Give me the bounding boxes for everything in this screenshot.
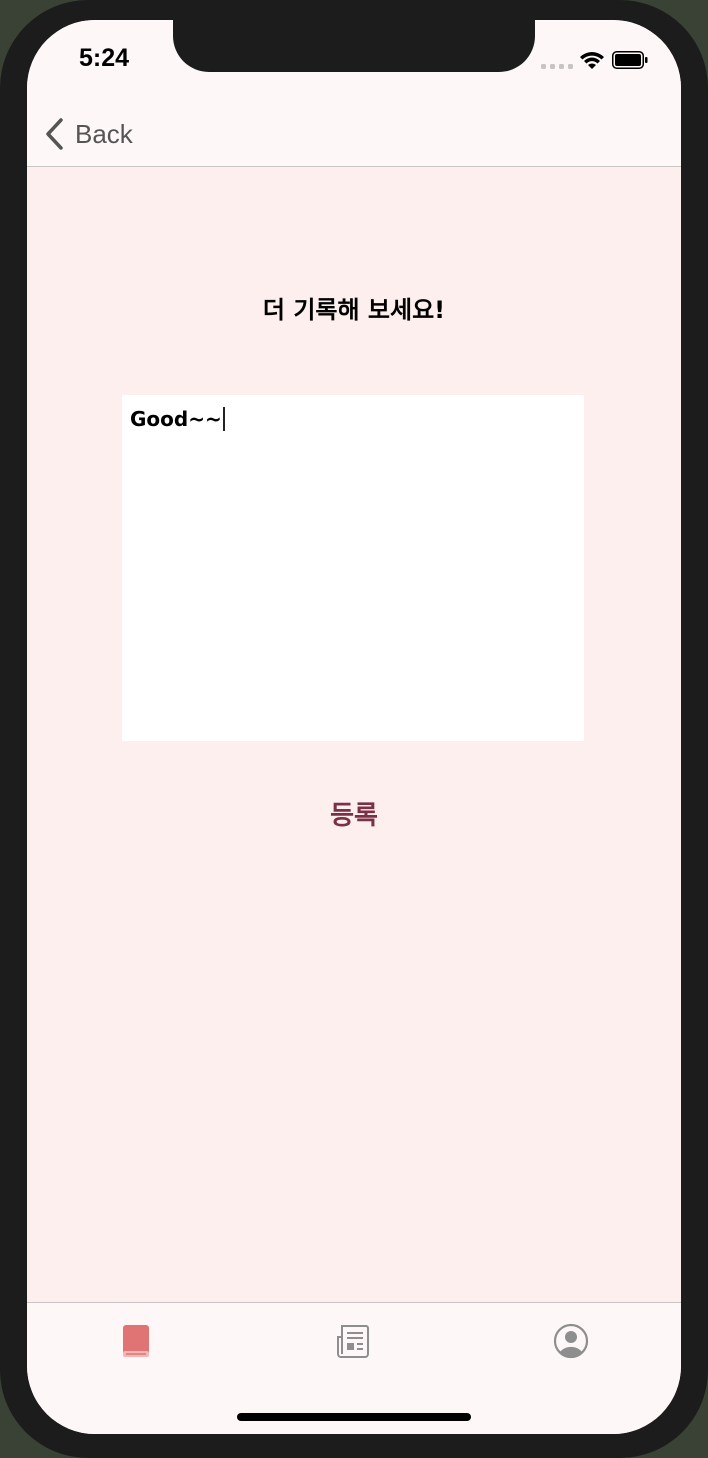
battery-icon bbox=[612, 51, 648, 69]
navigation-bar: Back bbox=[27, 100, 681, 167]
page-title: 더 기록해 보세요! bbox=[262, 296, 446, 324]
memo-text-value: Good~~ bbox=[130, 407, 225, 431]
submit-button[interactable]: 등록 bbox=[304, 795, 404, 832]
memo-text-area[interactable]: Good~~ bbox=[122, 395, 584, 741]
newspaper-icon[interactable] bbox=[333, 1321, 373, 1361]
wifi-icon bbox=[580, 52, 604, 69]
app-screen: 5:24 Back 더 기록해 보세요! Good~~ 등록 bbox=[27, 20, 681, 1434]
phone-frame: 5:24 Back 더 기록해 보세요! Good~~ 등록 bbox=[0, 0, 708, 1458]
home-indicator bbox=[237, 1413, 471, 1421]
book-icon[interactable] bbox=[116, 1321, 156, 1361]
status-time: 5:24 bbox=[79, 44, 130, 72]
chevron-left-icon bbox=[46, 118, 63, 150]
status-bar: 5:24 bbox=[27, 20, 681, 100]
back-label: Back bbox=[75, 118, 133, 149]
back-button[interactable]: Back bbox=[43, 114, 133, 154]
memo-text: Good~~ bbox=[130, 407, 222, 431]
text-caret bbox=[222, 407, 225, 431]
notch bbox=[173, 20, 535, 72]
profile-icon[interactable] bbox=[551, 1321, 591, 1361]
cellular-signal-icon bbox=[541, 64, 573, 70]
